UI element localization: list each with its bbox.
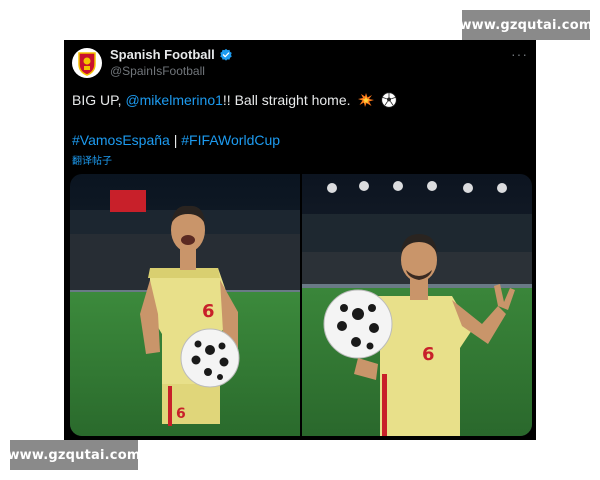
hashtag-vamos-espana[interactable]: #VamosEspaña: [72, 132, 170, 148]
collision-emoji-icon: [358, 93, 375, 107]
tweet-text: BIG UP, @mikelmerino1!! Ball straight ho…: [72, 92, 398, 108]
author-handle[interactable]: @SpainIsFootball: [110, 64, 205, 78]
more-options-icon[interactable]: ···: [511, 46, 528, 62]
hashtag-fifa-world-cup[interactable]: #FIFAWorldCup: [181, 132, 280, 148]
tweet-media: 6 6 6: [70, 174, 532, 436]
photo-player-celebrating[interactable]: 6: [302, 174, 532, 436]
tweet-text-suffix: !! Ball straight home.: [222, 92, 351, 108]
player-holding-ball-celebrating-photo: 6: [302, 174, 532, 436]
mention-link[interactable]: @mikelmerino1: [125, 92, 222, 108]
author-name[interactable]: Spanish Football: [110, 47, 233, 62]
author-display-name: Spanish Football: [110, 47, 215, 62]
spain-crest-icon: [78, 52, 96, 76]
soccer-ball-emoji-icon: [381, 92, 398, 108]
photo-player-holding-ball[interactable]: 6 6: [70, 174, 300, 436]
watermark-top: www.gzqutai.com: [459, 10, 592, 40]
stadium-sign: [110, 190, 146, 212]
avatar[interactable]: [72, 48, 102, 78]
player-holding-match-ball-photo: 6 6: [70, 174, 300, 436]
hashtag-separator: |: [173, 132, 178, 148]
jersey-number: 6: [202, 301, 215, 322]
tweet-text-prefix: BIG UP,: [72, 92, 126, 108]
tweet-card[interactable]: Spanish Football @SpainIsFootball ··· BI…: [64, 40, 536, 440]
hashtag-line: #VamosEspaña | #FIFAWorldCup: [72, 132, 280, 148]
watermark-bottom: www.gzqutai.com: [7, 440, 140, 470]
jersey-number: 6: [422, 344, 435, 365]
translate-post-link[interactable]: 翻译帖子: [72, 152, 112, 167]
shorts-number: 6: [176, 406, 186, 422]
tweet-header: Spanish Football @SpainIsFootball ···: [64, 40, 536, 84]
verified-badge-icon: [220, 48, 232, 61]
